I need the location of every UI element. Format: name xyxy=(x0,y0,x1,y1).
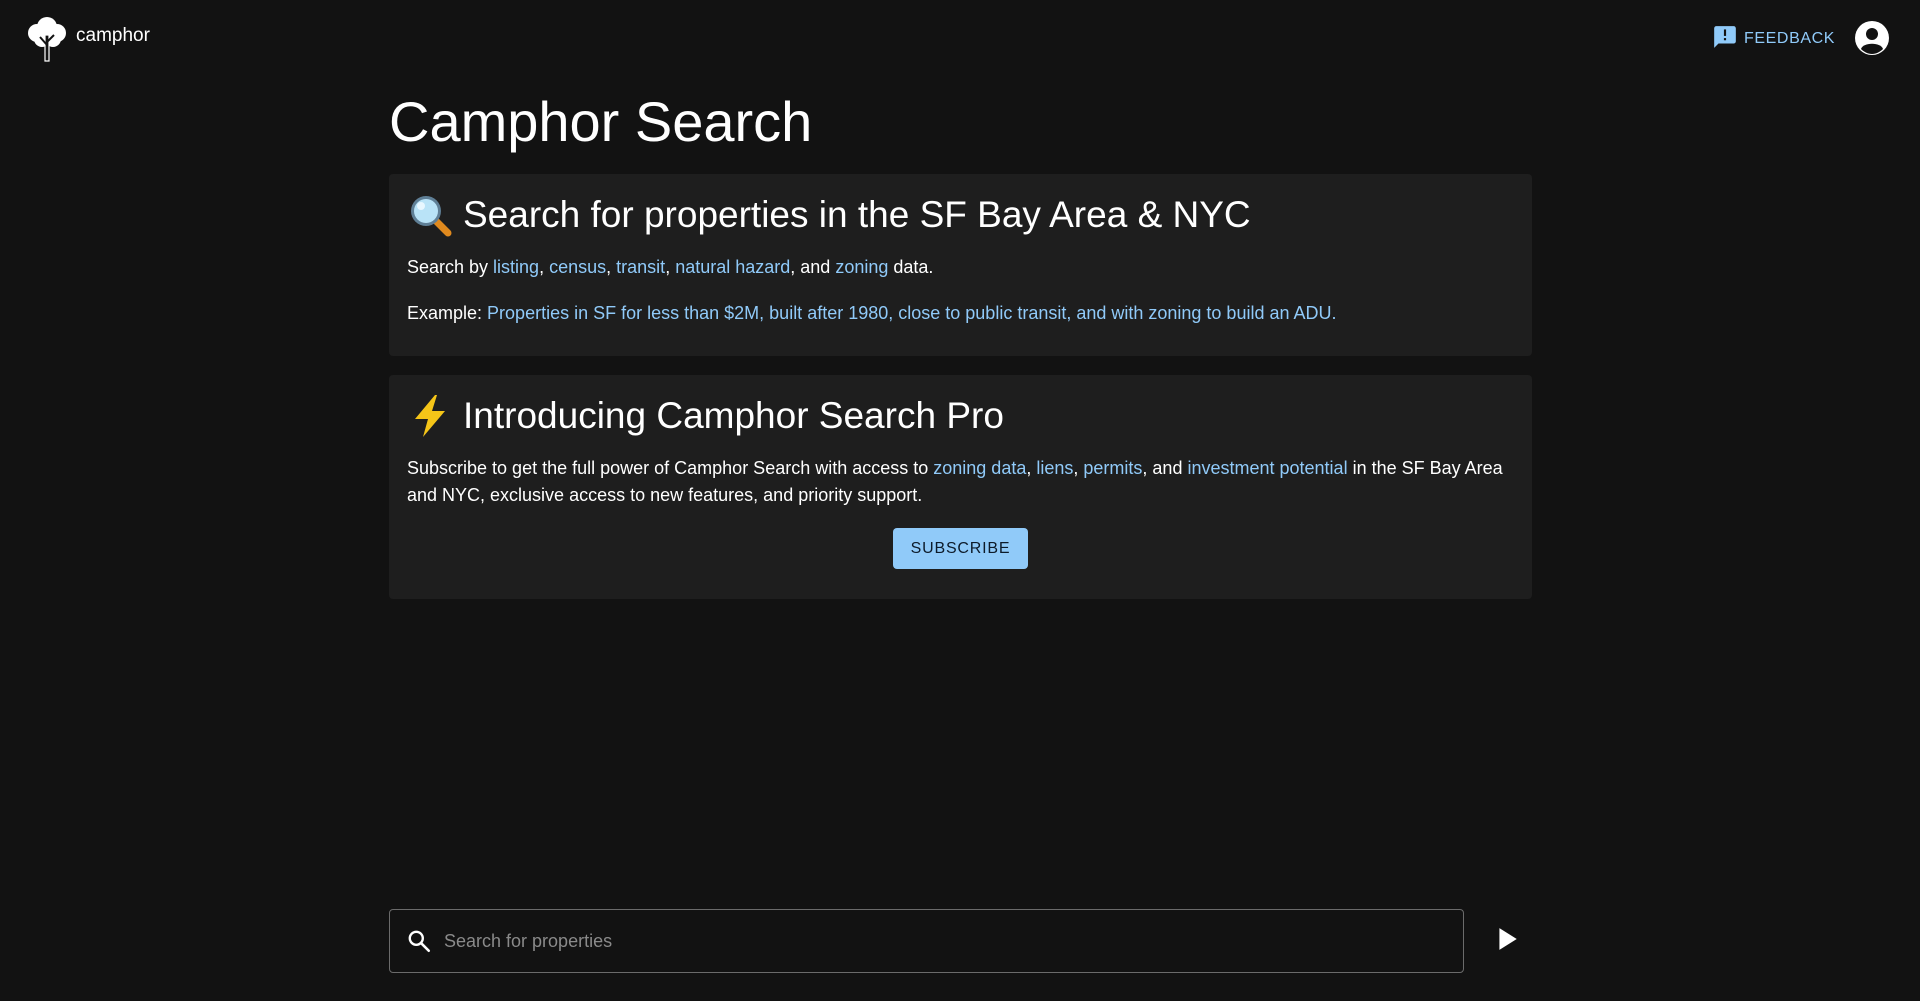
liens-link[interactable]: liens xyxy=(1036,458,1073,478)
magnifying-glass-emoji-icon xyxy=(407,192,453,238)
intro-prefix: Search by xyxy=(407,257,494,277)
separator: , xyxy=(665,257,676,277)
subscribe-button[interactable]: SUBSCRIBE xyxy=(892,528,1029,569)
lightning-emoji-icon xyxy=(407,393,453,439)
top-bar: camphor FEEDBACK xyxy=(0,0,1920,76)
separator: , xyxy=(539,257,550,277)
brand-name: camphor xyxy=(76,24,150,46)
zoning-link[interactable]: zoning xyxy=(835,257,888,277)
send-arrow-icon xyxy=(1494,926,1520,957)
pro-text-prefix: Subscribe to get the full power of Camph… xyxy=(407,458,934,478)
subscribe-wrap: SUBSCRIBE xyxy=(407,528,1514,569)
census-link[interactable]: census xyxy=(549,257,606,277)
example-label: Example: xyxy=(407,303,488,323)
listing-link[interactable]: listing xyxy=(493,257,539,277)
transit-link[interactable]: transit xyxy=(616,257,665,277)
search-card-heading-text: Search for properties in the SF Bay Area… xyxy=(463,194,1251,235)
feedback-icon xyxy=(1712,24,1744,55)
account-button[interactable] xyxy=(1854,20,1890,56)
pro-card-heading: Introducing Camphor Search Pro xyxy=(407,393,1514,439)
search-card-intro: Search by listing, census, transit, natu… xyxy=(407,254,1514,281)
send-button[interactable] xyxy=(1488,922,1526,960)
pro-promo-card: Introducing Camphor Search Pro Subscribe… xyxy=(389,375,1532,599)
search-info-card: Search for properties in the SF Bay Area… xyxy=(389,174,1532,356)
brand-logo-link[interactable]: camphor xyxy=(26,15,150,68)
tree-logo-icon xyxy=(26,15,68,68)
account-circle-icon xyxy=(1854,21,1890,60)
zoning-data-link[interactable]: zoning data xyxy=(933,458,1026,478)
feedback-button[interactable]: FEEDBACK xyxy=(1712,25,1835,53)
separator: , xyxy=(1073,458,1084,478)
intro-suffix: data. xyxy=(888,257,934,277)
example-query-link[interactable]: Properties in SF for less than $2M, buil… xyxy=(487,303,1336,323)
separator: , and xyxy=(1142,458,1188,478)
separator: , xyxy=(1026,458,1037,478)
search-card-heading: Search for properties in the SF Bay Area… xyxy=(407,192,1514,238)
pro-card-text: Subscribe to get the full power of Camph… xyxy=(407,455,1514,509)
natural-hazard-link[interactable]: natural hazard xyxy=(675,257,790,277)
permits-link[interactable]: permits xyxy=(1083,458,1142,478)
search-box[interactable] xyxy=(389,909,1464,973)
separator: , and xyxy=(790,257,836,277)
search-icon xyxy=(406,928,432,954)
pro-card-heading-text: Introducing Camphor Search Pro xyxy=(463,395,1004,436)
page-title: Camphor Search xyxy=(389,90,813,153)
separator: , xyxy=(606,257,617,277)
search-card-example: Example: Properties in SF for less than … xyxy=(407,300,1514,327)
search-input[interactable] xyxy=(444,930,1463,952)
investment-potential-link[interactable]: investment potential xyxy=(1187,458,1347,478)
feedback-label: FEEDBACK xyxy=(1744,30,1836,47)
